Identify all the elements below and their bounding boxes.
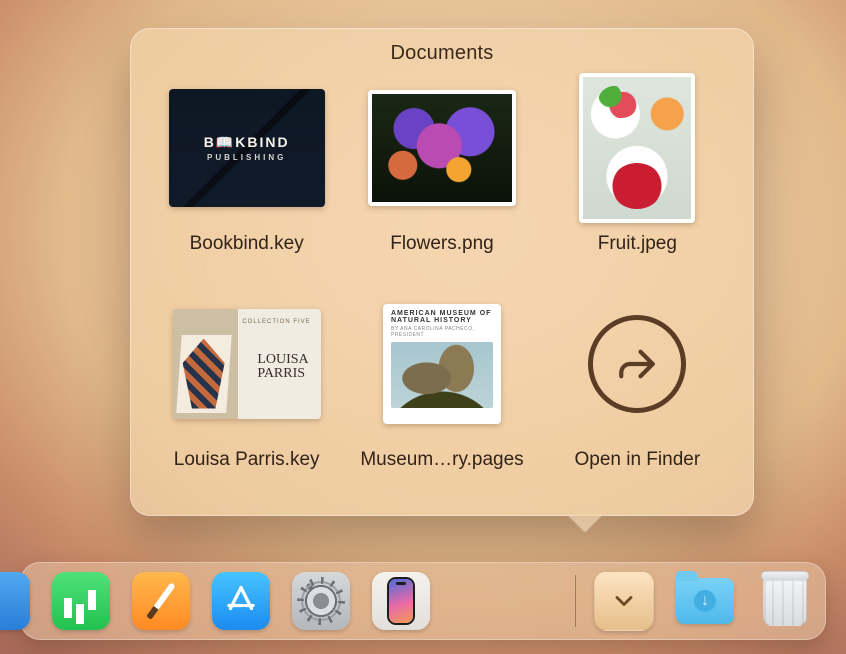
desktop: Documents B📖KBIND PUBLISHING Bookbind.ke… [0,0,846,654]
documents-grid: B📖KBIND PUBLISHING Bookbind.key Flowers.… [130,65,754,516]
thumbnail-icon: COLLECTION FIVE LOUISA PARRIS [173,309,321,419]
dock-separator [575,575,576,627]
dock-trash[interactable] [756,572,814,630]
file-louisa-parris-key[interactable]: COLLECTION FIVE LOUISA PARRIS Louisa Par… [154,289,339,497]
file-label: Museum…ry.pages [360,449,523,471]
open-in-finder-icon [588,315,686,413]
dock-app-freeform[interactable] [0,572,30,630]
thumbnail-icon: AMERICAN MUSEUM OF NATURAL HISTORY BY AN… [383,304,501,424]
file-museum-history-pages[interactable]: AMERICAN MUSEUM OF NATURAL HISTORY BY AN… [349,289,534,497]
file-label: Bookbind.key [190,233,304,255]
dock-app-system-settings[interactable] [292,572,350,630]
file-flowers-png[interactable]: Flowers.png [349,73,534,281]
gear-icon [301,581,341,621]
dock-stack-downloads[interactable]: ↓ [676,572,734,630]
file-bookbind-key[interactable]: B📖KBIND PUBLISHING Bookbind.key [154,73,339,281]
file-fruit-jpeg[interactable]: Fruit.jpeg [545,73,730,281]
dock-app-appstore[interactable] [212,572,270,630]
thumbnail-icon: B📖KBIND PUBLISHING [169,89,325,207]
dock-app-pages[interactable] [132,572,190,630]
documents-stack-popover: Documents B📖KBIND PUBLISHING Bookbind.ke… [130,28,754,516]
dock-stack-recents[interactable] [594,571,654,631]
thumbnail-icon [579,73,695,223]
dock: ↓ [20,562,826,640]
dock-app-iphone-mirroring[interactable] [372,572,430,630]
trash-icon [763,576,807,626]
file-label: Flowers.png [390,233,494,255]
file-label: Louisa Parris.key [174,449,320,471]
popover-tail [568,514,602,532]
file-label: Fruit.jpeg [598,233,677,255]
popover-title: Documents [130,42,754,65]
open-in-finder-button[interactable]: Open in Finder [545,289,730,497]
download-arrow-icon: ↓ [701,592,709,610]
action-label: Open in Finder [574,449,700,471]
dock-app-numbers[interactable] [52,572,110,630]
thumbnail-icon [368,90,516,206]
